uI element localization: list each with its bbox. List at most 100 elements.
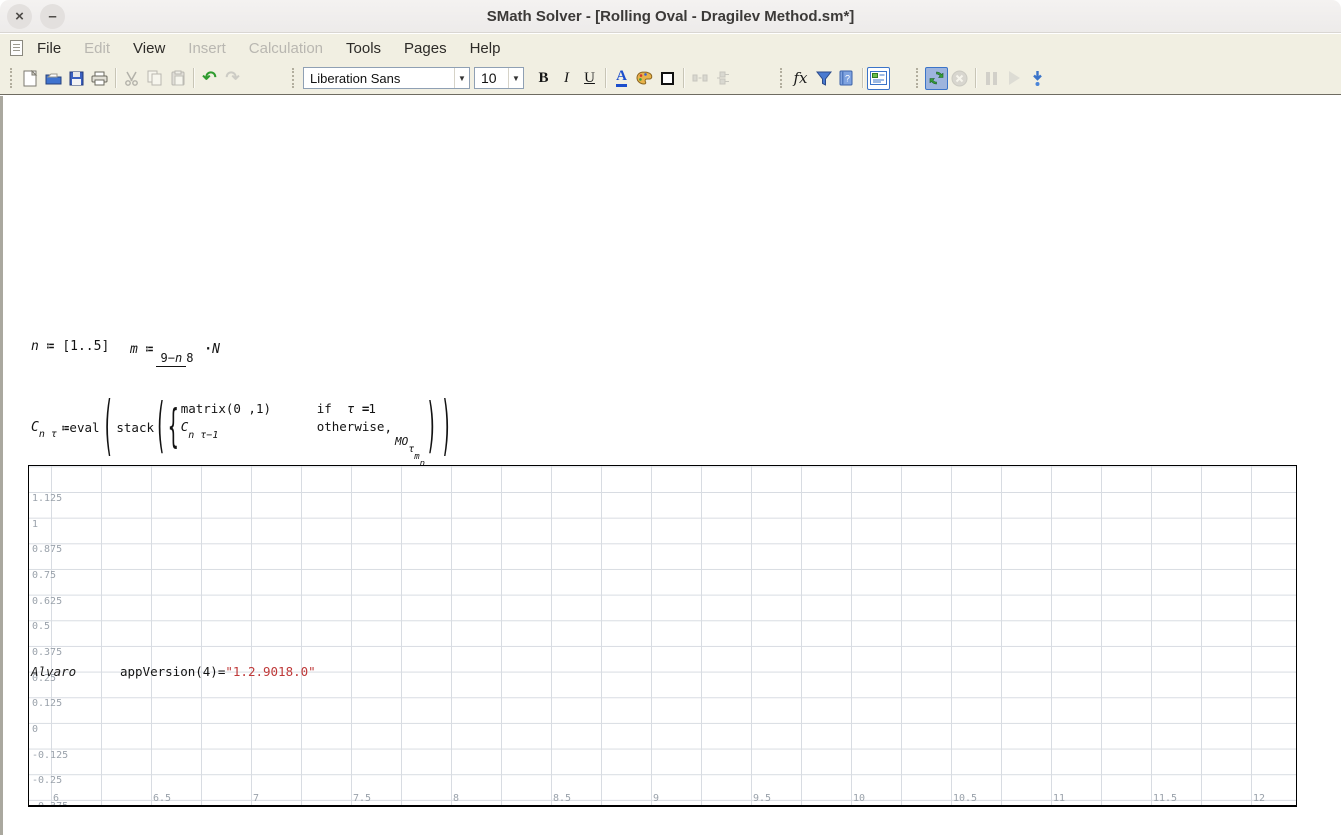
toolbar-grip[interactable]	[780, 68, 784, 88]
x-tick-label: 7	[253, 793, 259, 804]
math-expression-n[interactable]: n ≔ [1..5]	[31, 339, 109, 354]
toolbar-grip[interactable]	[916, 68, 920, 88]
toolbar-separator	[605, 68, 606, 88]
x-tick-label: 11.5	[1153, 793, 1177, 804]
x-tick-label: 11	[1053, 793, 1065, 804]
x-tick-label: 12	[1253, 793, 1265, 804]
math-expression-m[interactable]: m ≔9−n8 ·N	[130, 342, 220, 366]
paren-open: (	[155, 392, 166, 461]
assign-operator: ≔	[62, 420, 70, 435]
case1-condition: if τ =1	[317, 401, 385, 416]
toolbar-separator	[862, 68, 863, 88]
title-bar: × – SMath Solver - [Rolling Oval - Dragi…	[0, 0, 1341, 33]
var-C: C	[31, 420, 39, 435]
y-tick-label: 0.125	[32, 698, 62, 709]
filter-funnel-icon[interactable]	[812, 67, 835, 90]
paren-close: )	[441, 389, 452, 465]
open-folder-icon[interactable]	[42, 67, 65, 90]
fraction: 9−n8	[156, 351, 193, 366]
x-tick-label: 9	[653, 793, 659, 804]
var-n: n	[31, 339, 39, 354]
italic-icon[interactable]: I	[555, 67, 578, 90]
cut-icon	[120, 67, 143, 90]
worksheet-canvas[interactable]: n ≔ [1..5] m ≔9−n8 ·N C n τ ≔ eval ( sta…	[0, 96, 1341, 835]
case2-condition: otherwise	[317, 419, 385, 434]
appversion-expression[interactable]: appVersion(4)="1.2.9018.0"	[120, 664, 316, 679]
paren-close: )	[426, 392, 437, 461]
toolbar: ↶ ↷ Liberation Sans ▼ 10 ▼ B I U A fx	[0, 62, 1341, 95]
minimize-icon[interactable]: –	[40, 4, 65, 29]
copy-icon	[143, 67, 166, 90]
font-color-icon[interactable]: A	[610, 67, 633, 90]
menu-view[interactable]: View	[133, 38, 165, 59]
menu-help[interactable]: Help	[470, 38, 501, 59]
stop-icon	[948, 67, 971, 90]
border-square-icon[interactable]	[656, 67, 679, 90]
var-m: m	[130, 342, 138, 357]
y-tick-label: -0.25	[32, 775, 62, 786]
window-title: SMath Solver - [Rolling Oval - Dragilev …	[487, 8, 855, 25]
font-family-select[interactable]: Liberation Sans ▼	[303, 67, 470, 89]
case1-expression: matrix(0 ,1)	[181, 401, 309, 416]
xy-plot-region[interactable]: 1.12510.8750.750.6250.50.3750.250.1250-0…	[28, 465, 1297, 807]
var-N: N	[212, 342, 220, 357]
x-tick-label: 10.5	[953, 793, 977, 804]
x-tick-label: 7.5	[353, 793, 371, 804]
menu-bar: File Edit View Insert Calculation Tools …	[0, 34, 1341, 62]
chevron-down-icon[interactable]: ▼	[508, 68, 523, 88]
menu-edit: Edit	[84, 38, 110, 59]
y-tick-label: -0.125	[32, 750, 68, 761]
x-tick-label: 8	[453, 793, 459, 804]
new-page-icon[interactable]	[19, 67, 42, 90]
palette-icon[interactable]	[633, 67, 656, 90]
multiply-operator: ·	[204, 342, 212, 357]
assign-operator: ≔	[146, 342, 154, 357]
menu-pages[interactable]: Pages	[404, 38, 447, 59]
help-book-icon[interactable]: ?	[835, 67, 858, 90]
font-size-select[interactable]: 10 ▼	[474, 67, 524, 89]
fn-eval: eval	[69, 420, 99, 435]
piecewise-brace: {	[168, 401, 179, 454]
split-cells-icon	[688, 67, 711, 90]
refresh-icon[interactable]	[925, 67, 948, 90]
app-window: × – SMath Solver - [Rolling Oval - Dragi…	[0, 0, 1341, 835]
bold-icon[interactable]: B	[532, 67, 555, 90]
toolbar-grip[interactable]	[292, 68, 296, 88]
menu-file[interactable]: File	[37, 38, 61, 59]
function-fx-icon[interactable]: fx	[789, 67, 812, 90]
toolbar-separator	[683, 68, 684, 88]
undo-icon[interactable]: ↶	[198, 67, 221, 90]
y-tick-label: 0.375	[32, 647, 62, 658]
step-down-icon[interactable]	[1026, 67, 1049, 90]
appversion-string-value: "1.2.9018.0"	[225, 664, 315, 679]
x-tick-label: 9.5	[753, 793, 771, 804]
underline-icon[interactable]: U	[578, 67, 601, 90]
toolbar-separator	[975, 68, 976, 88]
x-tick-label: 6	[53, 793, 59, 804]
author-text[interactable]: Alvaro	[31, 664, 76, 679]
menu-insert: Insert	[188, 38, 226, 59]
save-floppy-icon[interactable]	[65, 67, 88, 90]
case2-expression: Cn τ−1	[181, 419, 309, 434]
assign-operator: ≔	[47, 339, 55, 354]
side-panel-icon[interactable]	[867, 67, 890, 90]
menu-tools[interactable]: Tools	[346, 38, 381, 59]
math-expression-C[interactable]: C n τ ≔ eval ( stack ( { matrix(0 ,1) if…	[31, 392, 455, 462]
font-size-value: 10	[475, 70, 508, 86]
fn-stack: stack	[116, 420, 154, 435]
y-tick-label: 0.875	[32, 544, 62, 555]
close-icon[interactable]: ×	[7, 4, 32, 29]
menu-calculation: Calculation	[249, 38, 323, 59]
chevron-down-icon[interactable]: ▼	[454, 68, 469, 88]
font-family-value: Liberation Sans	[304, 71, 454, 86]
toolbar-separator	[115, 68, 116, 88]
x-tick-label: 10	[853, 793, 865, 804]
print-icon[interactable]	[88, 67, 111, 90]
appversion-call: appVersion(4)	[120, 664, 218, 679]
toolbar-separator	[193, 68, 194, 88]
x-tick-label: 6.5	[153, 793, 171, 804]
y-tick-label: 0	[32, 724, 38, 735]
y-tick-label: -0.375	[32, 801, 68, 807]
argument-comma: ,	[384, 420, 392, 435]
toolbar-grip[interactable]	[10, 68, 14, 88]
